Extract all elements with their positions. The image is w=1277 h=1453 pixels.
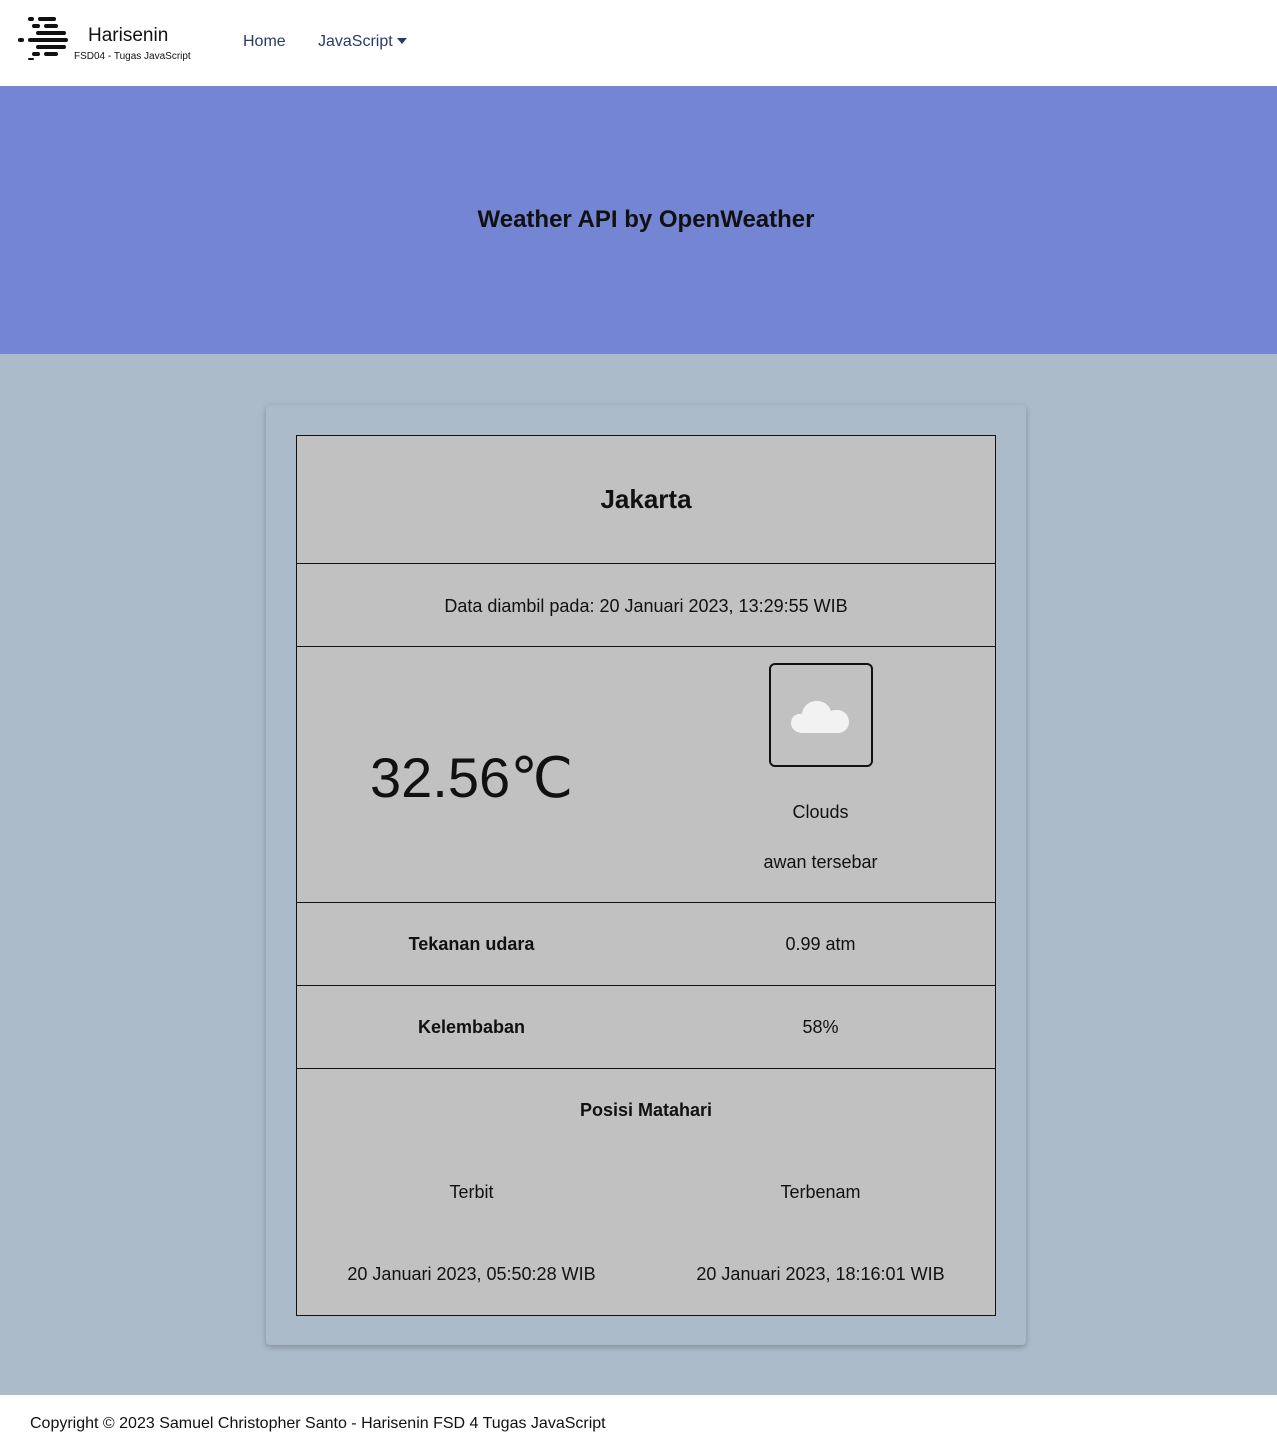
main-content: Jakarta Data diambil pada: 20 Januari 20… <box>0 354 1277 1395</box>
sun-position-title: Posisi Matahari <box>579 1100 713 1120</box>
weather-table: Jakarta Data diambil pada: 20 Januari 20… <box>296 435 996 1316</box>
pressure-row: Tekanan udara 0.99 atm <box>297 903 995 986</box>
navbar: Harisenin FSD04 - Tugas JavaScript Home … <box>0 0 1277 86</box>
pressure-value: 0.99 atm <box>785 934 856 954</box>
weather-card: Jakarta Data diambil pada: 20 Januari 20… <box>266 405 1026 1345</box>
city-row: Jakarta <box>297 436 995 564</box>
current-weather-row: 32.56℃ Clouds awan tersebar <box>297 647 995 903</box>
weather-icon-box <box>769 663 873 767</box>
brand-subtitle: FSD04 - Tugas JavaScript <box>74 51 191 62</box>
fetched-time: Data diambil pada: 20 Januari 2023, 13:2… <box>444 596 848 616</box>
caret-down-icon <box>396 38 407 45</box>
city-name: Jakarta <box>600 484 692 514</box>
sunset-label: Terbenam <box>780 1182 861 1202</box>
temperature-value: 32.56℃ <box>369 746 574 809</box>
humidity-row: Kelembaban 58% <box>297 986 995 1069</box>
sunrise-time: 20 Januari 2023, 05:50:28 WIB <box>347 1264 596 1284</box>
sunset-time: 20 Januari 2023, 18:16:01 WIB <box>696 1264 945 1284</box>
humidity-label: Kelembaban <box>417 1017 526 1037</box>
nav-javascript-dropdown[interactable]: JavaScript <box>318 33 407 51</box>
brand-home-link[interactable]: Harisenin FSD04 - Tugas JavaScript <box>18 14 208 64</box>
humidity-value: 58% <box>802 1017 839 1037</box>
condition-description: awan tersebar <box>763 852 878 872</box>
page-title: Weather API by OpenWeather <box>477 206 815 233</box>
nav-home-link[interactable]: Home <box>243 33 286 51</box>
sun-position-row: Posisi Matahari Terbit Terbenam 20 Janua… <box>297 1069 995 1315</box>
brand-name: Harisenin <box>88 25 169 46</box>
pressure-label: Tekanan udara <box>408 934 535 954</box>
hero-banner: Weather API by OpenWeather <box>0 86 1277 354</box>
fetched-time-row: Data diambil pada: 20 Januari 2023, 13:2… <box>297 564 995 647</box>
nav-javascript-label: JavaScript <box>318 33 393 50</box>
sunrise-label: Terbit <box>449 1182 494 1202</box>
footer: Copyright © 2023 Samuel Christopher Sant… <box>0 1395 1277 1453</box>
harisenin-logo-icon <box>18 17 68 60</box>
cloud-icon <box>791 701 849 733</box>
condition-main: Clouds <box>792 802 849 822</box>
copyright-text: Copyright © 2023 Samuel Christopher Sant… <box>30 1415 606 1432</box>
